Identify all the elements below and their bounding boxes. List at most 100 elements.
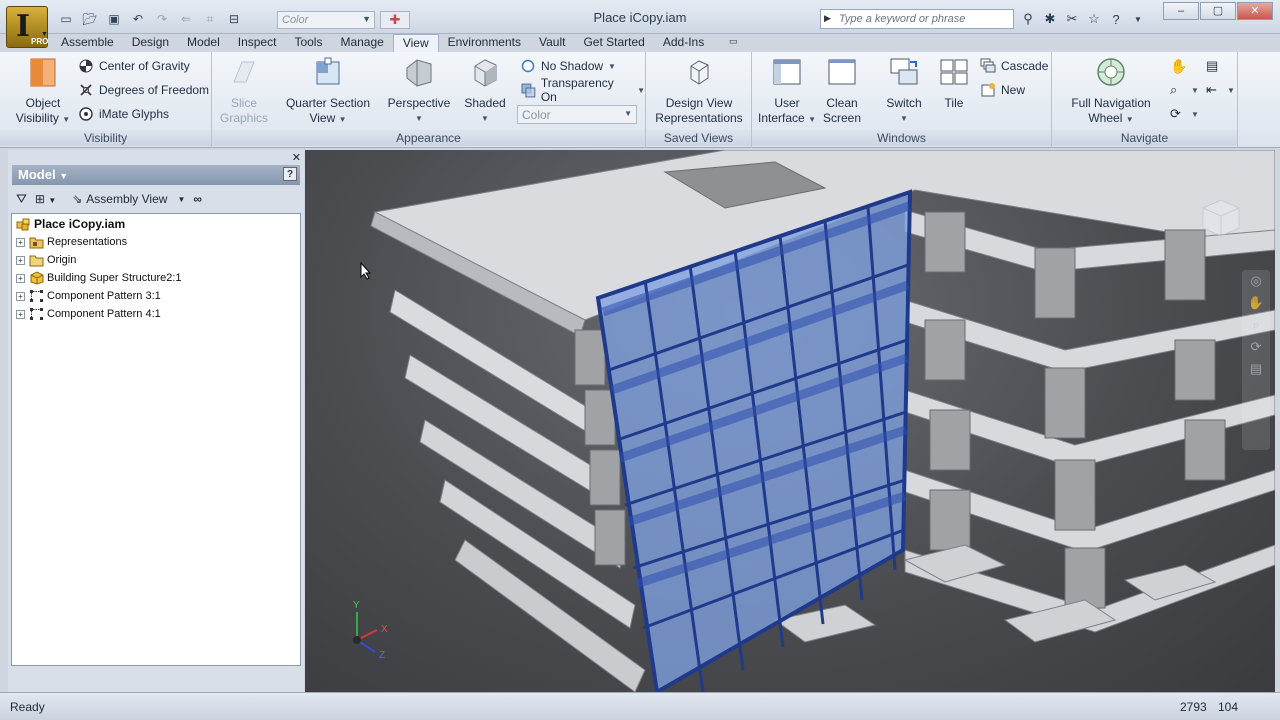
save-icon[interactable]: ▣: [104, 10, 124, 28]
application-menu-button[interactable]: I PRO ▼: [6, 6, 48, 48]
nav-orbit-icon[interactable]: ⟳: [1242, 336, 1270, 358]
expand-icon[interactable]: +: [16, 237, 25, 247]
info-center-toolbar: ⚲ ✱ ✂ ☆ ? ▼: [1018, 9, 1148, 29]
tile-button[interactable]: Tile: [934, 56, 974, 111]
tab-add-ins[interactable]: Add-Ins: [654, 34, 713, 52]
steering-wheel-icon[interactable]: ◎: [1242, 270, 1270, 292]
viewcube-icon[interactable]: [1195, 192, 1245, 242]
new-window-icon: [981, 83, 995, 97]
new-document-icon[interactable]: ▭: [56, 10, 76, 28]
occurrence-count: 2793: [1180, 700, 1207, 714]
imate-glyphs-button[interactable]: iMate Glyphs: [78, 104, 169, 124]
return-icon[interactable]: ⇐: [176, 10, 196, 28]
search-input[interactable]: ▶ Type a keyword or phrase: [820, 9, 1014, 29]
expand-icon[interactable]: +: [16, 273, 25, 283]
search-expand-icon[interactable]: ▶: [824, 13, 831, 24]
tab-tools[interactable]: Tools: [285, 34, 331, 52]
viewport-restore-icon[interactable]: ❐: [1244, 153, 1253, 164]
binoculars-icon[interactable]: ⚲: [1018, 9, 1038, 29]
chevron-down-icon: ▼: [177, 194, 186, 204]
nav-look-at-icon[interactable]: ▤: [1242, 358, 1270, 380]
cascade-button[interactable]: Cascade: [980, 56, 1048, 76]
zoom-all-button[interactable]: ⇤ ▼: [1206, 80, 1235, 100]
tree-item-building-super-structure[interactable]: + Building Super Structure2:1: [12, 269, 300, 287]
tab-manage[interactable]: Manage: [331, 34, 392, 52]
tree-item-origin[interactable]: + Origin: [12, 251, 300, 269]
tab-model[interactable]: Model: [178, 34, 229, 52]
filter-icon[interactable]: ⛛: [16, 191, 27, 207]
design-view-representations-button[interactable]: Design View Representations: [650, 56, 748, 126]
shaded-button[interactable]: Shaded ▼: [458, 56, 512, 126]
degrees-of-freedom-button[interactable]: Degrees of Freedom: [78, 80, 209, 100]
user-interface-button[interactable]: User Interface ▼: [756, 56, 818, 127]
favorites-star-icon[interactable]: ☆: [1084, 9, 1104, 29]
help-icon[interactable]: ?: [1106, 9, 1126, 29]
nav-pan-icon[interactable]: ✋: [1242, 292, 1270, 314]
switch-button[interactable]: Switch ▼: [876, 56, 932, 126]
add-color-icon[interactable]: ✚: [380, 11, 410, 29]
minimize-ribbon-icon[interactable]: ▭: [721, 36, 745, 50]
subscription-icon[interactable]: ✂: [1062, 9, 1082, 29]
new-window-button[interactable]: New: [980, 80, 1025, 100]
tree-structure-icon[interactable]: ⊞ ▼: [35, 192, 56, 206]
tree-item-component-pattern-4[interactable]: + Component Pattern 4:1: [12, 305, 300, 323]
maximize-button[interactable]: ▢: [1200, 2, 1236, 20]
nav-zoom-icon[interactable]: ⌕: [1242, 314, 1270, 336]
windows-panel-title: Windows: [752, 130, 1051, 146]
full-navigation-wheel-button[interactable]: Full Navigation Wheel ▼: [1058, 56, 1164, 127]
communication-icon[interactable]: ✱: [1040, 9, 1060, 29]
inventor-window: ▭ 📂︎ ▣ ↶ ↷ ⇐ ⌗ ⊟ Color ▼ ✚ Place iCopy.i…: [0, 0, 1280, 720]
status-text: Ready: [10, 700, 45, 714]
expand-icon[interactable]: +: [16, 255, 25, 265]
tab-vault[interactable]: Vault: [530, 34, 574, 52]
tab-environments[interactable]: Environments: [439, 34, 530, 52]
degrees-of-freedom-icon: [80, 84, 92, 96]
quarter-section-view-button[interactable]: Quarter Section View ▼: [280, 56, 376, 127]
center-of-gravity-button[interactable]: Center of Gravity: [78, 56, 190, 76]
pan-button[interactable]: ✋: [1170, 56, 1187, 76]
perspective-button[interactable]: Perspective ▼: [384, 56, 454, 126]
color-override-combo[interactable]: Color ▼: [277, 11, 375, 29]
viewport-minimize-icon[interactable]: ▁: [1230, 153, 1238, 164]
building-model[interactable]: [305, 150, 1275, 692]
assembly-view-dropdown[interactable]: ⇘ Assembly View ▼: [72, 192, 185, 206]
transparency-on-button[interactable]: Transparency On ▼: [520, 76, 645, 104]
tree-item-root[interactable]: Place iCopy.iam: [12, 215, 300, 233]
assembly-icon: [16, 218, 30, 231]
tab-design[interactable]: Design: [123, 34, 178, 52]
close-button[interactable]: ✕: [1237, 2, 1273, 20]
tab-inspect[interactable]: Inspect: [229, 34, 286, 52]
undo-icon[interactable]: ↶: [128, 10, 148, 28]
expand-icon[interactable]: +: [16, 309, 25, 319]
tree-item-representations[interactable]: + Representations: [12, 233, 300, 251]
visibility-panel: Object Visibility ▼ Center of Gravity De…: [0, 52, 212, 148]
viewport-close-icon[interactable]: ✕: [1259, 153, 1267, 164]
slice-graphics-button[interactable]: Slice Graphics: [216, 56, 272, 126]
browser-close-icon[interactable]: ✕: [292, 151, 301, 164]
find-binoculars-icon[interactable]: ∞: [193, 192, 202, 206]
clean-screen-button[interactable]: Clean Screen: [820, 56, 864, 126]
tab-assemble[interactable]: Assemble: [52, 34, 123, 52]
mouse-cursor-icon: [360, 262, 372, 280]
cascade-windows-icon: [980, 58, 996, 73]
tree-item-component-pattern-3[interactable]: + Component Pattern 3:1: [12, 287, 300, 305]
redo-icon[interactable]: ↷: [152, 10, 172, 28]
browser-header[interactable]: Model ▼ ?: [12, 165, 300, 185]
graphics-viewport[interactable]: Y X Z ▁ ❐ ✕ ◎ ✋ ⌕ ⟳ ▤: [305, 150, 1275, 692]
open-folder-icon[interactable]: 📂︎: [80, 10, 100, 28]
zoom-button[interactable]: ⌕ ▼: [1170, 80, 1199, 100]
orbit-button[interactable]: ⟳ ▼: [1170, 104, 1199, 124]
expand-icon[interactable]: +: [16, 291, 25, 301]
select-icon[interactable]: ⊟: [224, 10, 244, 28]
view-face-button[interactable]: ▤: [1206, 56, 1222, 76]
help-dropdown-icon[interactable]: ▼: [1128, 9, 1148, 29]
update-icon[interactable]: ⌗: [200, 10, 220, 28]
help-icon[interactable]: ?: [283, 167, 297, 181]
tab-view[interactable]: View: [392, 34, 439, 52]
minimize-button[interactable]: –: [1163, 2, 1199, 20]
object-visibility-button[interactable]: Object Visibility ▼: [12, 56, 74, 127]
tab-get-started[interactable]: Get Started: [574, 34, 653, 52]
no-shadow-button[interactable]: No Shadow ▼: [520, 56, 616, 76]
color-select[interactable]: Color ▼: [517, 105, 637, 124]
ribbon-tabs: Assemble Design Model Inspect Tools Mana…: [52, 34, 745, 52]
